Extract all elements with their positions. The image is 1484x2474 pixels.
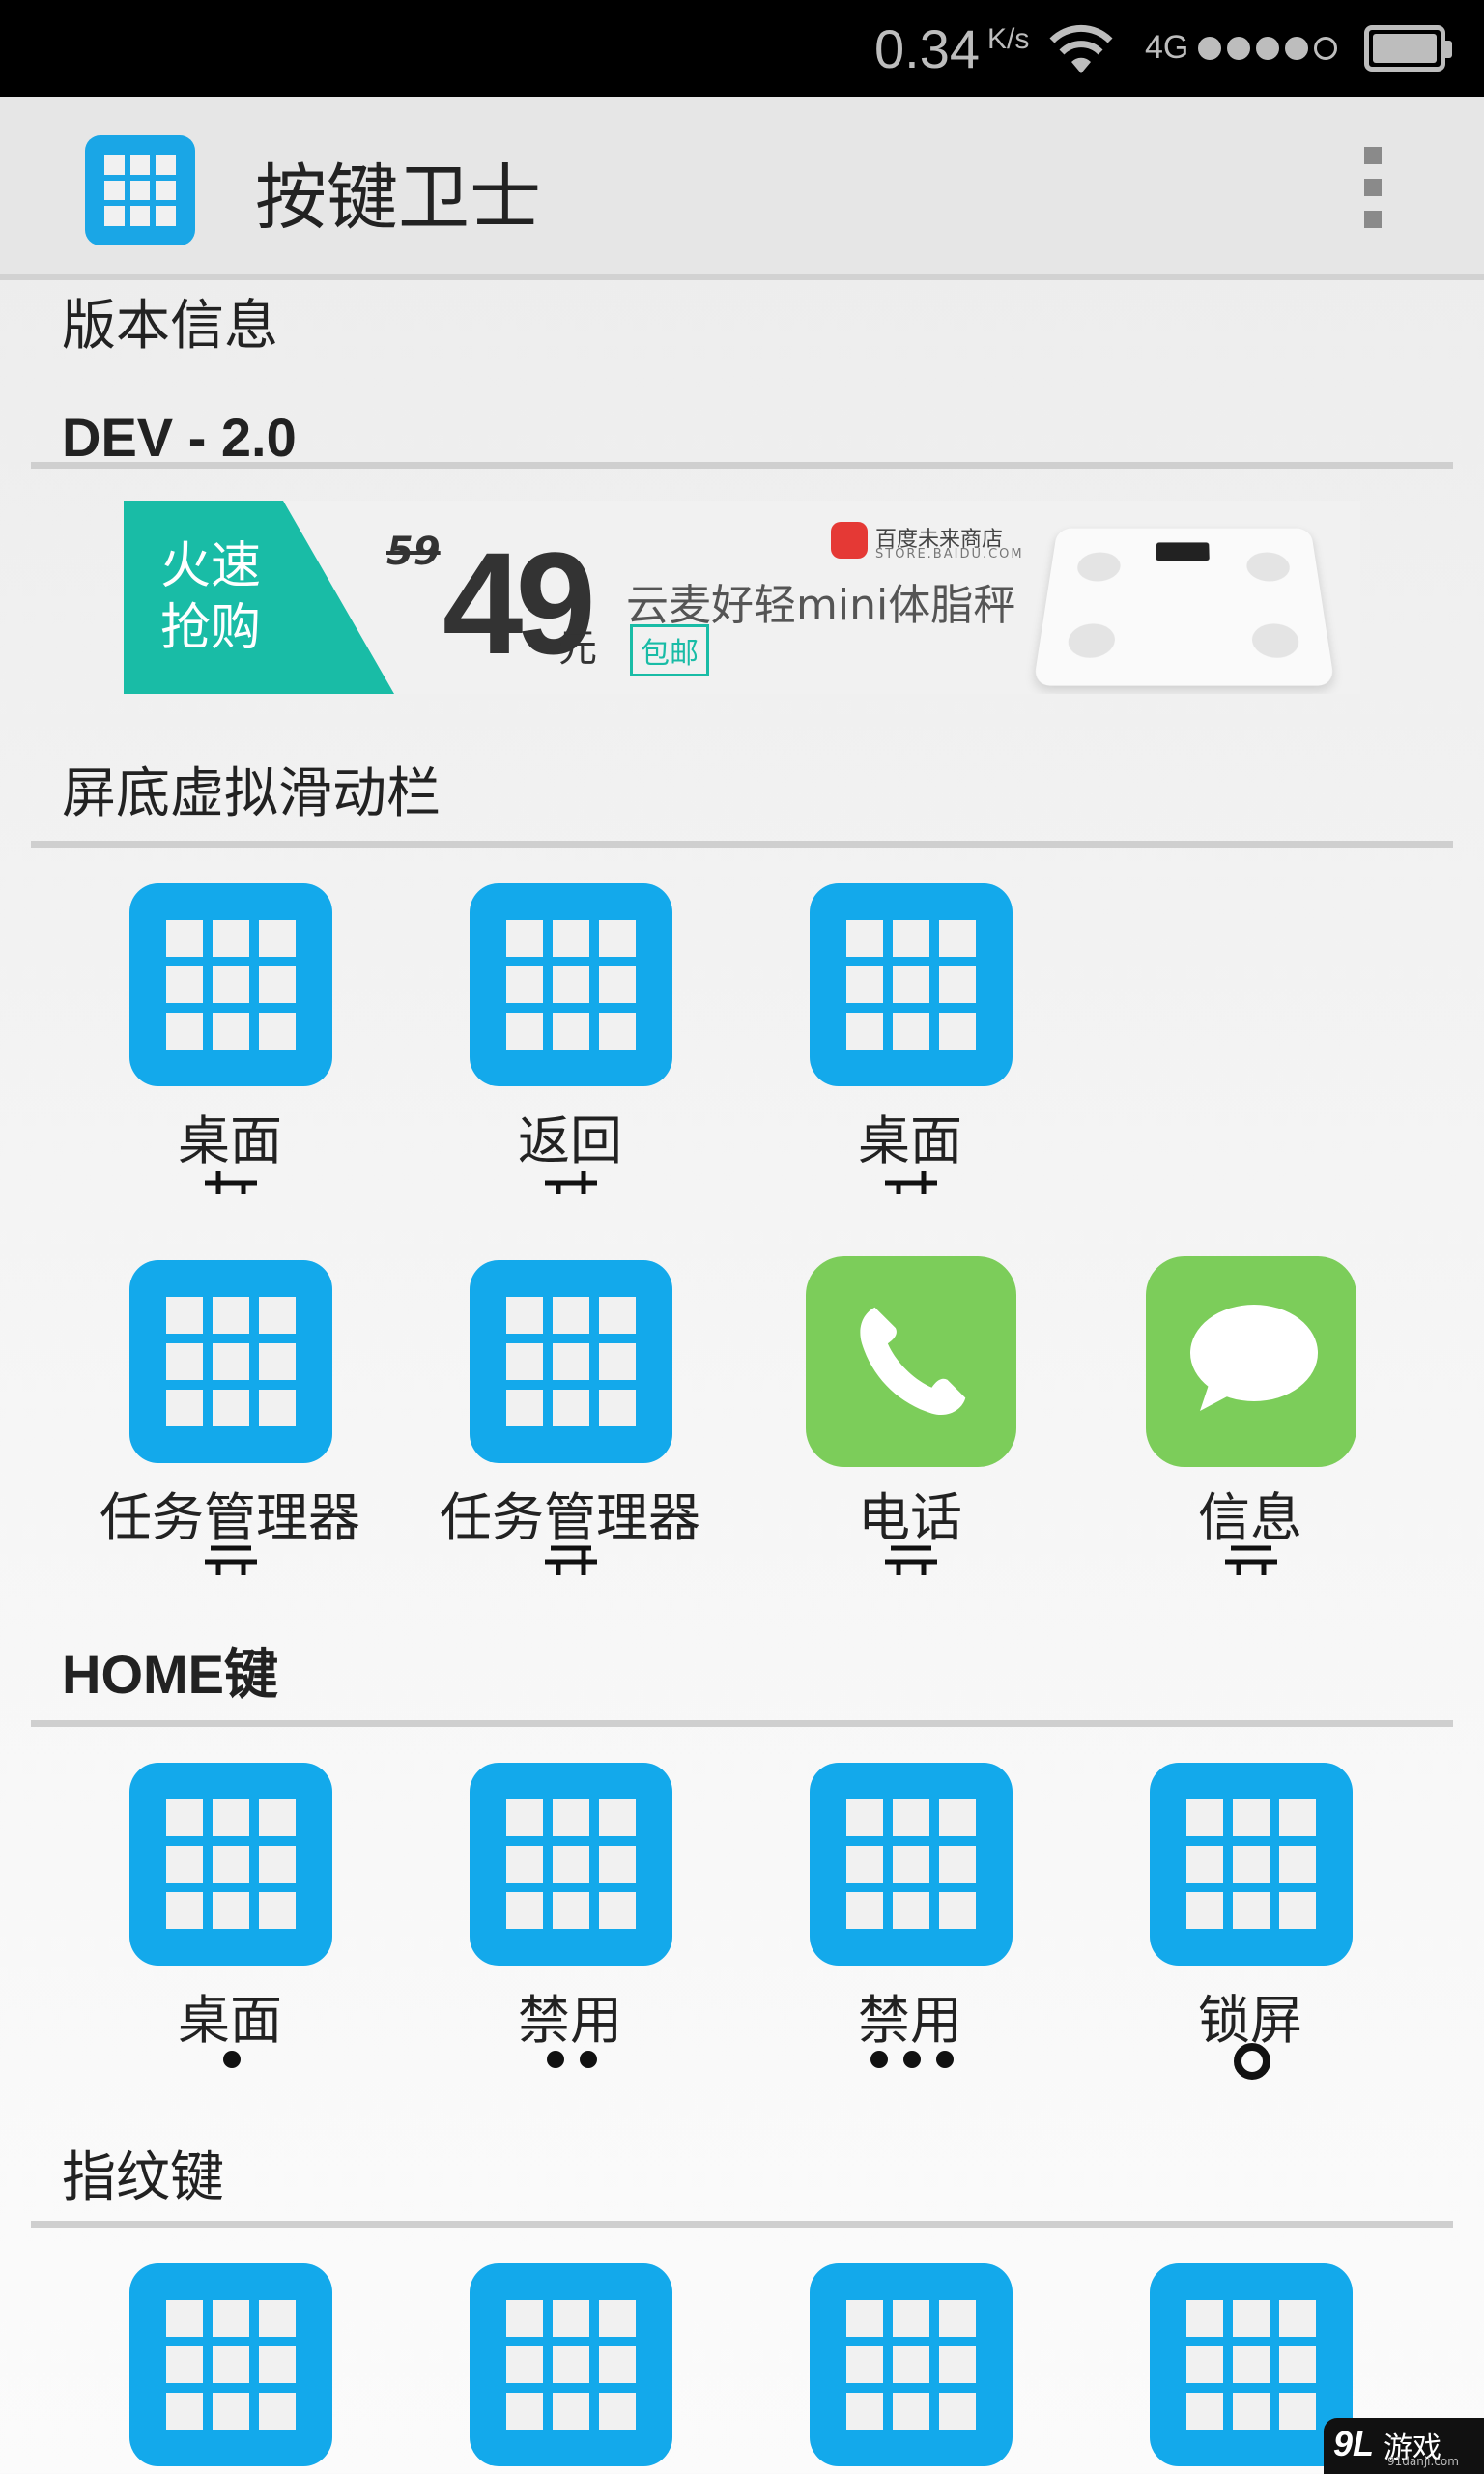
swipe-gesture-icon — [545, 1171, 597, 1194]
app-grid-icon — [470, 2263, 672, 2466]
nav-bar-item[interactable]: 返回 — [408, 883, 698, 1202]
fingerprint-key-item[interactable] — [748, 2263, 1038, 2474]
swipe-gesture-icon — [205, 1171, 257, 1194]
nav-bar-item-label: 任务管理器 — [100, 1487, 360, 1548]
nav-bar-item[interactable]: 桌面 — [748, 883, 1038, 1202]
home-key-item[interactable]: 禁用 — [748, 1763, 1038, 2082]
nav-bar-item[interactable]: 任务管理器 — [408, 1260, 700, 1579]
store-logo-icon — [831, 522, 868, 559]
app-grid-icon — [129, 883, 332, 1086]
nav-bar-item-label: 任务管理器 — [440, 1487, 700, 1548]
app-bar: 按键卫士 — [0, 97, 1484, 280]
nav-bar-item[interactable]: 信息 — [1088, 1256, 1378, 1579]
nav-bar-item[interactable]: 任务管理器 — [68, 1260, 360, 1579]
home-key-item[interactable]: 桌面 — [68, 1763, 357, 2082]
phone-icon — [806, 1256, 1016, 1467]
ad-banner[interactable]: 火速抢购 59 49 元 百度未来商店 STORE.BAIDU.COM 云麦好轻… — [124, 501, 1360, 694]
app-grid-icon — [810, 883, 1013, 1086]
app-title: 按键卫士 — [255, 157, 541, 240]
scale-product-image — [1033, 528, 1335, 686]
app-grid-icon — [470, 883, 672, 1086]
nav-bar-item[interactable]: 桌面 — [68, 883, 357, 1202]
app-grid-icon — [1150, 2263, 1353, 2466]
banner-promo-text: 火速抢购 — [160, 537, 262, 657]
long-press-icon — [1088, 2043, 1416, 2080]
divider — [31, 841, 1453, 848]
fingerprint-key-item[interactable] — [408, 2263, 698, 2474]
swipe-gesture-icon — [1225, 1545, 1277, 1575]
message-icon — [1146, 1256, 1356, 1467]
nav-bar-section-title: 屏底虚拟滑动栏 — [62, 762, 441, 825]
wifi-icon — [1049, 24, 1113, 73]
nav-bar-item-label: 电话 — [858, 1487, 962, 1548]
home-key-item[interactable]: 锁屏 — [1088, 1763, 1378, 2082]
app-grid-icon — [810, 2263, 1013, 2466]
nav-bar-item[interactable]: 电话 — [748, 1256, 1038, 1579]
swipe-gesture-icon — [205, 1545, 257, 1575]
home-key-section-title: HOME键 — [62, 1644, 278, 1705]
app-grid-icon — [1150, 1763, 1353, 1966]
app-grid-icon — [129, 2263, 332, 2466]
nav-bar-item-label: 信息 — [1198, 1487, 1302, 1548]
battery-icon — [1364, 25, 1452, 72]
divider — [31, 1720, 1453, 1727]
network-speed: 0.34 — [874, 18, 980, 79]
network-type: 4G — [1145, 29, 1189, 66]
signal-strength-icon — [1198, 37, 1337, 60]
divider — [31, 462, 1453, 469]
app-grid-icon — [470, 1763, 672, 1966]
app-grid-icon — [85, 135, 195, 245]
swipe-gesture-icon — [885, 1545, 937, 1575]
version-value: DEV - 2.0 — [62, 407, 297, 468]
banner-store-url: STORE.BAIDU.COM — [875, 547, 1024, 561]
watermark-logo: 9L — [1333, 2424, 1375, 2463]
fingerprint-key-item[interactable] — [68, 2263, 357, 2474]
nav-bar-item-label: 返回 — [518, 1110, 622, 1171]
swipe-gesture-icon — [545, 1545, 597, 1575]
site-watermark: 9L 游戏 91danji.com — [1324, 2418, 1484, 2474]
overflow-menu-icon[interactable] — [1364, 147, 1389, 228]
banner-tag: 包邮 — [630, 624, 709, 676]
double-tap-icon — [408, 2051, 736, 2068]
banner-product-name: 云麦好轻mini体脂秤 — [626, 581, 1016, 630]
home-key-item-label: 桌面 — [178, 1990, 282, 2051]
nav-bar-item-label: 桌面 — [858, 1110, 962, 1171]
single-tap-icon — [68, 2051, 396, 2068]
nav-bar-item-label: 桌面 — [178, 1110, 282, 1171]
status-bar: 0.34 K/s 4G — [0, 0, 1484, 97]
app-grid-icon — [810, 1763, 1013, 1966]
app-grid-icon — [129, 1763, 332, 1966]
watermark-url: 91danji.com — [1387, 2455, 1459, 2468]
divider — [31, 2221, 1453, 2228]
app-grid-icon — [129, 1260, 332, 1463]
home-key-item-label: 禁用 — [518, 1990, 622, 2051]
banner-currency: 元 — [558, 626, 597, 671]
fingerprint-key-section-title: 指纹键 — [62, 2146, 224, 2209]
network-speed-unit: K/s — [987, 23, 1030, 55]
version-heading: 版本信息 — [62, 295, 278, 358]
app-grid-icon — [470, 1260, 672, 1463]
home-key-item[interactable]: 禁用 — [408, 1763, 698, 2082]
home-key-item-label: 禁用 — [858, 1990, 962, 2051]
banner-old-price: 59 — [386, 530, 441, 574]
triple-tap-icon — [748, 2051, 1076, 2068]
swipe-gesture-icon — [885, 1171, 937, 1194]
